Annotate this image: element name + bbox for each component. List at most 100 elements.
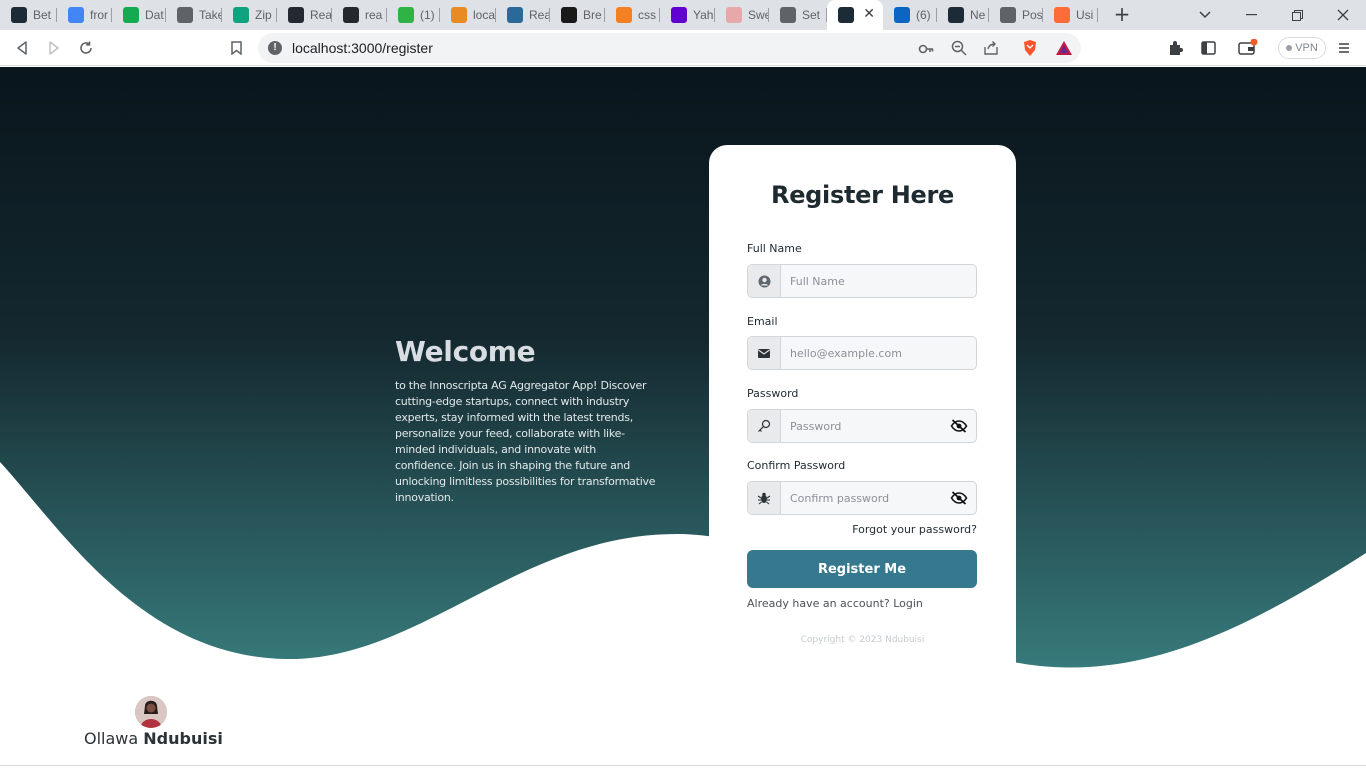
- browser-tab[interactable]: Pos: [989, 0, 1043, 30]
- browser-tab[interactable]: css: [605, 0, 660, 30]
- sweet-icon: [726, 7, 742, 23]
- browser-tab[interactable]: Yah: [660, 0, 715, 30]
- browser-tab[interactable]: rea: [332, 0, 387, 30]
- browser-tab[interactable]: Bet: [0, 0, 57, 30]
- tab-label: Bre: [583, 8, 602, 22]
- react-icon: [838, 7, 854, 23]
- github-icon: [288, 7, 304, 23]
- react-icon: [11, 7, 27, 23]
- browser-tab[interactable]: Swe: [715, 0, 769, 30]
- password-input[interactable]: [782, 410, 942, 442]
- welcome-title: Welcome: [395, 335, 536, 368]
- pwa-icon: [451, 7, 467, 23]
- address-bar[interactable]: ! localhost:3000/register: [258, 33, 1081, 63]
- tab-label: Take: [199, 8, 222, 22]
- globe-icon: [1000, 7, 1016, 23]
- browser-tab[interactable]: fror: [57, 0, 112, 30]
- confirm-password-field: [747, 481, 977, 515]
- login-link[interactable]: Already have an account? Login: [747, 597, 923, 610]
- divider: [0, 765, 1366, 766]
- tab-label: Swe: [748, 8, 769, 22]
- background-wave: [0, 67, 1366, 668]
- full-name-input[interactable]: [782, 265, 942, 297]
- browser-toolbar: ! localhost:3000/register VPN: [0, 30, 1366, 66]
- back-button[interactable]: [10, 36, 34, 60]
- confirm-password-label: Confirm Password: [747, 459, 846, 472]
- tab-label: Rea: [310, 8, 332, 22]
- tab-label: Zip: [255, 8, 272, 22]
- zoom-icon[interactable]: [951, 40, 967, 60]
- forgot-password-link[interactable]: Forgot your password?: [852, 523, 977, 536]
- wallet-icon[interactable]: [1236, 36, 1260, 60]
- email-label: Email: [747, 315, 778, 328]
- envelope-icon: [748, 337, 781, 369]
- browser-tab[interactable]: Usi: [1043, 0, 1098, 30]
- restore-button[interactable]: [1274, 0, 1320, 30]
- tab-label: rea: [365, 8, 383, 22]
- browser-tab[interactable]: loca: [440, 0, 496, 30]
- rtk-icon: [507, 7, 523, 23]
- key-icon: [748, 410, 781, 442]
- avatar: [135, 696, 167, 728]
- new-tab-button[interactable]: +: [1111, 3, 1133, 25]
- vpn-button[interactable]: VPN: [1278, 37, 1326, 59]
- url-text: localhost:3000/register: [292, 40, 433, 56]
- browser-tab[interactable]: Take: [166, 0, 222, 30]
- browser-tab[interactable]: Rea: [277, 0, 332, 30]
- register-card: Register Here Full Name Email Password: [709, 145, 1016, 665]
- browser-tab[interactable]: Rea: [496, 0, 550, 30]
- welcome-description: to the Innoscripta AG Aggregator App! Di…: [395, 379, 656, 504]
- google-icon: [68, 7, 84, 23]
- brave-shield-icon[interactable]: [1022, 39, 1038, 61]
- key-icon[interactable]: [918, 41, 934, 60]
- browser-tab[interactable]: Set: [769, 0, 827, 30]
- forward-button[interactable]: [42, 36, 66, 60]
- mongodb-icon: [123, 7, 139, 23]
- one-icon: [398, 7, 414, 23]
- tab-search-button[interactable]: [1182, 0, 1228, 30]
- linkedin-icon: [894, 7, 910, 23]
- tab-label: Yah: [693, 8, 714, 22]
- email-field: [747, 336, 977, 370]
- register-button[interactable]: Register Me: [747, 550, 977, 588]
- brave-rewards-icon[interactable]: [1055, 40, 1073, 60]
- browser-tab[interactable]: (1): [387, 0, 440, 30]
- register-page: Welcome to the Innoscripta AG Aggregator…: [0, 67, 1366, 768]
- register-title: Register Here: [771, 181, 954, 209]
- toggle-confirm-visibility-icon[interactable]: [948, 488, 970, 508]
- confirm-password-input[interactable]: [782, 482, 942, 514]
- vpn-status-dot: [1286, 45, 1293, 51]
- email-input[interactable]: [782, 337, 942, 369]
- share-icon[interactable]: [983, 40, 999, 60]
- browser-tab[interactable]: Zip: [222, 0, 277, 30]
- browser-tab[interactable]: Ne: [937, 0, 989, 30]
- window-close-button[interactable]: [1320, 0, 1366, 30]
- browser-tab[interactable]: Dat: [112, 0, 166, 30]
- tab-separator: [1097, 8, 1098, 22]
- site-info-icon[interactable]: !: [268, 41, 282, 55]
- tab-label: Bet: [33, 8, 52, 22]
- close-tab-icon[interactable]: ✕: [863, 6, 875, 22]
- menu-icon[interactable]: [1332, 36, 1356, 60]
- stackoverflow-icon: [616, 7, 632, 23]
- browser-tab[interactable]: Bre: [550, 0, 605, 30]
- password-label: Password: [747, 387, 799, 400]
- tab-label: Rea: [529, 8, 550, 22]
- sidebar-icon[interactable]: [1196, 36, 1220, 60]
- browser-tab[interactable]: (6): [883, 0, 937, 30]
- extensions-icon[interactable]: [1164, 36, 1188, 60]
- minimize-button[interactable]: [1228, 0, 1274, 30]
- toggle-password-visibility-icon[interactable]: [948, 416, 970, 436]
- browser-tab[interactable]: ✕: [827, 0, 883, 30]
- full-name-field: [747, 264, 977, 298]
- tab-label: css: [638, 8, 656, 22]
- tab-label: Pos: [1022, 8, 1043, 22]
- gear-icon: [780, 7, 796, 23]
- tab-label: Usi: [1076, 8, 1094, 22]
- yahoo-icon: [671, 7, 687, 23]
- globe-icon: [177, 7, 193, 23]
- author-first-name: Ollawa: [84, 729, 139, 748]
- bookmark-icon[interactable]: [224, 36, 248, 60]
- reload-button[interactable]: [74, 36, 98, 60]
- github-icon: [343, 7, 359, 23]
